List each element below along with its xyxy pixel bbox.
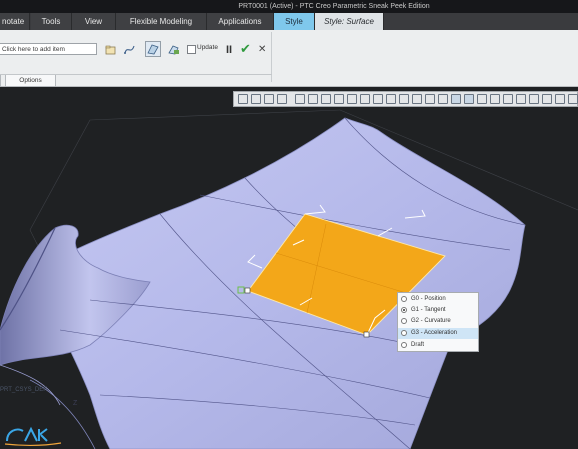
display-style-icon[interactable]	[308, 94, 318, 104]
perspective-icon[interactable]	[347, 94, 357, 104]
tab-style[interactable]: Style	[274, 13, 315, 30]
tab-annotate[interactable]: notate	[0, 13, 30, 30]
graphics-area[interactable]	[0, 87, 578, 449]
window-title: PRT0001 (Active) - PTC Creo Parametric S…	[238, 3, 430, 10]
menu-item-g2-curvature[interactable]: G2 - Curvature	[398, 316, 478, 327]
corner-handle-2	[363, 331, 370, 338]
saved-orientations-icon[interactable]	[321, 94, 331, 104]
datum-display-icon[interactable]	[360, 94, 370, 104]
menu-item-label: G1 - Tangent	[411, 307, 446, 313]
pause-button[interactable]: II	[226, 44, 232, 56]
curve-link-icon[interactable]	[123, 43, 136, 56]
menu-item-label: G2 - Curvature	[411, 318, 451, 324]
tab-view[interactable]: View	[72, 13, 116, 30]
reflection-icon[interactable]	[477, 94, 487, 104]
continuity-context-menu: G0 - Position G1 - Tangent G2 - Curvatur…	[397, 292, 479, 352]
axis-label: Z	[73, 400, 78, 407]
offset-icon[interactable]	[516, 94, 526, 104]
surface-model[interactable]	[0, 87, 578, 449]
repaint-icon[interactable]	[277, 94, 287, 104]
axis-display-icon[interactable]	[386, 94, 396, 104]
menu-item-label: Draft	[411, 342, 425, 348]
annotation-display-icon[interactable]	[425, 94, 435, 104]
tab-flexible-modeling[interactable]: Flexible Modeling	[116, 13, 207, 30]
curvature-icon[interactable]	[464, 94, 474, 104]
subtab-previous[interactable]	[0, 75, 1, 87]
zoom-in-icon[interactable]	[251, 94, 261, 104]
menu-item-draft[interactable]: Draft	[398, 340, 478, 351]
point-display-icon[interactable]	[399, 94, 409, 104]
style-grid-icon[interactable]	[451, 94, 461, 104]
dihedral-icon[interactable]	[529, 94, 539, 104]
deviation-icon[interactable]	[542, 94, 552, 104]
csys-label: PRT_CSYS_DEF	[0, 387, 47, 393]
watermark-logo	[4, 426, 62, 446]
menu-item-g3-acceleration[interactable]: G3 - Acceleration	[398, 328, 478, 339]
menu-item-label: G0 - Position	[411, 296, 446, 302]
reference-collector[interactable]: Click here to add item	[0, 43, 97, 55]
folder-icon[interactable]	[104, 43, 117, 56]
radio-icon	[401, 342, 407, 348]
ok-button[interactable]: ✔	[240, 42, 251, 56]
view-toolbar	[233, 91, 578, 107]
radio-selected-icon	[401, 307, 407, 313]
update-label: Update	[197, 44, 218, 51]
subtab-row: Options	[0, 74, 272, 87]
settings-icon[interactable]	[555, 94, 565, 104]
view-manager-icon[interactable]	[334, 94, 344, 104]
csys-display-icon[interactable]	[412, 94, 422, 104]
spin-center-icon[interactable]	[438, 94, 448, 104]
menu-item-g0-position[interactable]: G0 - Position	[398, 294, 478, 305]
corner-handle-1	[244, 287, 251, 294]
subtab-options[interactable]: Options	[5, 75, 56, 87]
radio-icon	[401, 296, 407, 302]
menu-item-label: G3 - Acceleration	[411, 330, 458, 336]
tab-tools[interactable]: Tools	[31, 13, 72, 30]
ribbon-panel: Click here to add item Update II ✔ ✕ Opt…	[0, 30, 578, 87]
ribbon-tab-bar: notate Tools View Flexible Modeling Appl…	[0, 13, 578, 31]
tab-style-surface[interactable]: Style: Surface	[315, 13, 384, 30]
zoom-out-icon[interactable]	[264, 94, 274, 104]
shade-icon[interactable]	[295, 94, 305, 104]
radio-icon	[401, 330, 407, 336]
section-icon[interactable]	[503, 94, 513, 104]
radio-icon	[401, 318, 407, 324]
surface-select-icon[interactable]	[145, 41, 161, 57]
tab-applications[interactable]: Applications	[207, 13, 274, 30]
lock-surface-icon[interactable]	[167, 43, 180, 56]
refit-icon[interactable]	[238, 94, 248, 104]
menu-item-g1-tangent[interactable]: G1 - Tangent	[398, 305, 478, 316]
more-tools-icon[interactable]	[568, 94, 578, 104]
update-checkbox[interactable]	[187, 45, 196, 54]
cancel-button[interactable]: ✕	[258, 44, 266, 56]
plane-display-icon[interactable]	[373, 94, 383, 104]
draft-analysis-icon[interactable]	[490, 94, 500, 104]
window-titlebar: PRT0001 (Active) - PTC Creo Parametric S…	[0, 0, 578, 13]
